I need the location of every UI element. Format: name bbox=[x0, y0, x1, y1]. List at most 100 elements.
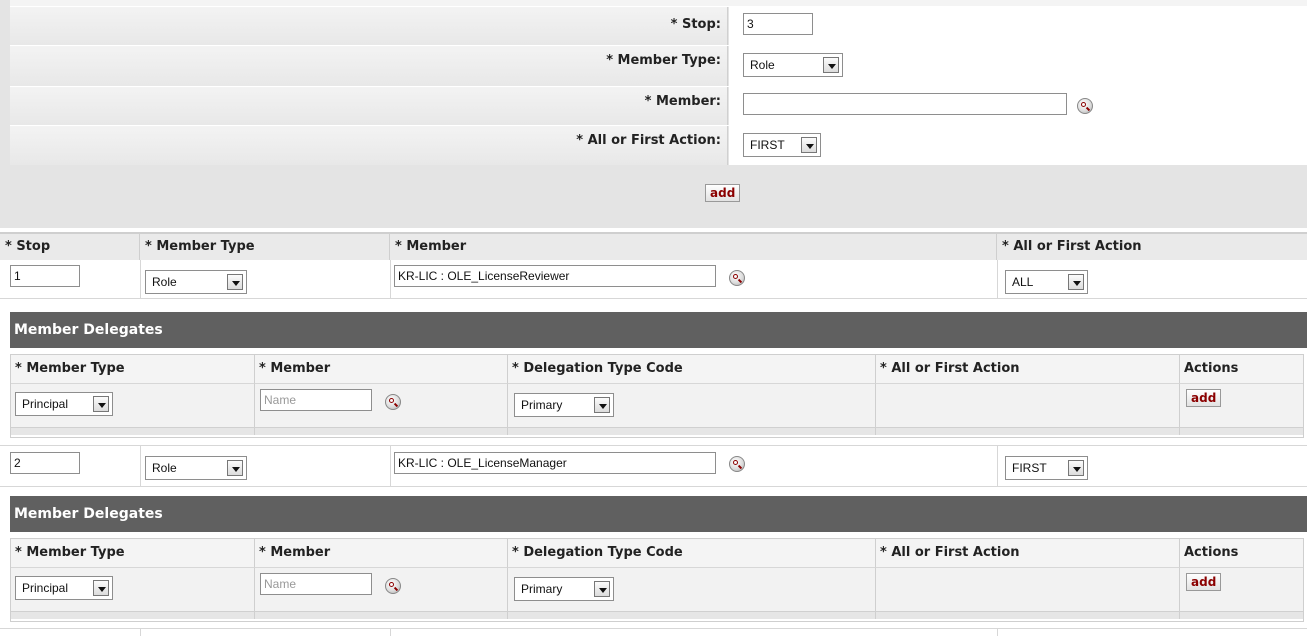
row-1-member-type-select[interactable]: Role bbox=[145, 270, 247, 294]
delegate-1-delegation-type-select[interactable]: Primary bbox=[514, 393, 614, 417]
add-action-cell: FIRST bbox=[729, 126, 1307, 165]
row-2-member-type-value: Role bbox=[152, 461, 177, 475]
member-row-1: 1 Role KR-LIC : OLE_LicenseReviewer ALL bbox=[0, 260, 1307, 299]
chevron-down-icon bbox=[227, 274, 243, 290]
delegate-1-member-type-select[interactable]: Principal bbox=[15, 392, 113, 416]
delegate-col-action: * All or First Action bbox=[876, 355, 1180, 383]
chevron-down-icon bbox=[823, 57, 839, 73]
divider bbox=[390, 446, 391, 486]
delegate-col-delegation-type: * Delegation Type Code bbox=[508, 539, 876, 567]
divider bbox=[140, 260, 141, 298]
delegate-1-member-type-cell: Principal bbox=[11, 383, 255, 427]
add-member-type-value: Role bbox=[750, 58, 775, 72]
add-stop-label: * Stop: bbox=[10, 7, 728, 45]
member-delegates-header-1: Member Delegates bbox=[10, 312, 1307, 348]
delegate-2-member-input[interactable]: Name bbox=[260, 573, 372, 595]
divider bbox=[390, 260, 391, 298]
delegate-2-member-cell: Name bbox=[255, 567, 508, 611]
row-1-member-type-value: Role bbox=[152, 275, 177, 289]
delegate-col-actions: Actions bbox=[1180, 355, 1303, 383]
chevron-down-icon bbox=[93, 396, 109, 412]
table-footer-cell bbox=[876, 611, 1180, 619]
delegate-1-member-input[interactable]: Name bbox=[260, 389, 372, 411]
row-2-action-select[interactable]: FIRST bbox=[1005, 456, 1088, 480]
delegate-col-action: * All or First Action bbox=[876, 539, 1180, 567]
add-member-cell bbox=[729, 87, 1307, 125]
divider bbox=[140, 446, 141, 486]
table-footer-cell bbox=[508, 427, 876, 435]
table-footer-cell bbox=[876, 427, 1180, 435]
delegate-2-member-type-value: Principal bbox=[22, 581, 69, 595]
table-footer-cell bbox=[255, 427, 508, 435]
row-1-stop-input[interactable]: 1 bbox=[10, 265, 80, 287]
add-member-input[interactable] bbox=[743, 93, 1067, 115]
table-footer-cell bbox=[508, 611, 876, 619]
delegate-col-member-type: * Member Type bbox=[11, 355, 255, 383]
chevron-down-icon bbox=[594, 581, 610, 597]
magnifier-lookup-icon[interactable] bbox=[385, 394, 401, 410]
table-footer-cell bbox=[11, 427, 255, 435]
member-delegates-header-2: Member Delegates bbox=[10, 496, 1307, 532]
chevron-down-icon bbox=[801, 137, 817, 153]
add-stop-input[interactable]: 3 bbox=[743, 13, 813, 35]
chevron-down-icon bbox=[93, 580, 109, 596]
table-footer-cell bbox=[11, 611, 255, 619]
members-table-header: * Stop * Member Type * Member * All or F… bbox=[0, 232, 1307, 260]
delegate-1-delegation-type-cell: Primary bbox=[508, 383, 876, 427]
chevron-down-icon bbox=[227, 460, 243, 476]
add-member-type-cell: Role bbox=[729, 46, 1307, 86]
row-2-member-input[interactable]: KR-LIC : OLE_LicenseManager bbox=[394, 452, 716, 474]
delegate-2-member-type-cell: Principal bbox=[11, 567, 255, 611]
member-row-3-partial bbox=[0, 628, 1307, 636]
row-2-stop-input[interactable]: 2 bbox=[10, 452, 80, 474]
delegate-2-action-cell bbox=[876, 567, 1180, 611]
add-member-row: * Member: bbox=[10, 86, 1307, 125]
magnifier-lookup-icon[interactable] bbox=[729, 270, 745, 286]
row-1-action-select[interactable]: ALL bbox=[1005, 270, 1088, 294]
row-1-action-value: ALL bbox=[1012, 275, 1034, 289]
delegate-2-actions-cell: add bbox=[1180, 567, 1303, 611]
divider bbox=[997, 629, 998, 636]
divider bbox=[390, 629, 391, 636]
table-footer-cell bbox=[255, 611, 508, 619]
chevron-down-icon bbox=[594, 397, 610, 413]
member-row-2: 2 Role KR-LIC : OLE_LicenseManager FIRST bbox=[0, 445, 1307, 487]
add-action-label: * All or First Action: bbox=[10, 126, 728, 165]
table-footer-cell bbox=[1180, 611, 1303, 619]
col-member-type-header: * Member Type bbox=[140, 234, 390, 260]
row-2-action-value: FIRST bbox=[1012, 461, 1047, 475]
add-member-type-select[interactable]: Role bbox=[743, 53, 843, 77]
add-member-type-row: * Member Type: Role bbox=[10, 45, 1307, 86]
magnifier-lookup-icon[interactable] bbox=[729, 456, 745, 472]
add-action-select[interactable]: FIRST bbox=[743, 133, 821, 157]
delegate-col-member: * Member bbox=[255, 355, 508, 383]
member-delegates-table-2: * Member Type * Member * Delegation Type… bbox=[10, 538, 1304, 622]
add-stop-cell: 3 bbox=[729, 7, 1307, 45]
divider bbox=[140, 629, 141, 636]
delegate-col-actions: Actions bbox=[1180, 539, 1303, 567]
delegate-col-delegation-type: * Delegation Type Code bbox=[508, 355, 876, 383]
col-action-header: * All or First Action bbox=[1002, 239, 1142, 254]
delegate-2-member-type-select[interactable]: Principal bbox=[15, 576, 113, 600]
delegate-col-member: * Member bbox=[255, 539, 508, 567]
delegate-1-member-type-value: Principal bbox=[22, 397, 69, 411]
delegate-1-add-button[interactable]: add bbox=[1186, 389, 1222, 407]
delegate-1-actions-cell: add bbox=[1180, 383, 1303, 427]
divider bbox=[997, 260, 998, 298]
row-1-member-input[interactable]: KR-LIC : OLE_LicenseReviewer bbox=[394, 265, 716, 287]
add-action-row: * All or First Action: FIRST bbox=[10, 125, 1307, 165]
add-member-label: * Member: bbox=[10, 87, 728, 125]
add-member-button[interactable]: add bbox=[705, 184, 741, 202]
delegate-2-delegation-type-value: Primary bbox=[521, 582, 563, 596]
delegate-2-delegation-type-select[interactable]: Primary bbox=[514, 577, 614, 601]
add-member-type-label: * Member Type: bbox=[10, 46, 728, 86]
col-member-header: * Member bbox=[390, 234, 997, 260]
divider bbox=[997, 446, 998, 486]
delegate-1-action-cell bbox=[876, 383, 1180, 427]
magnifier-lookup-icon[interactable] bbox=[385, 578, 401, 594]
delegate-2-add-button[interactable]: add bbox=[1186, 573, 1222, 591]
delegate-1-delegation-type-value: Primary bbox=[521, 398, 563, 412]
delegate-1-member-cell: Name bbox=[255, 383, 508, 427]
row-2-member-type-select[interactable]: Role bbox=[145, 456, 247, 480]
magnifier-lookup-icon[interactable] bbox=[1077, 98, 1093, 114]
